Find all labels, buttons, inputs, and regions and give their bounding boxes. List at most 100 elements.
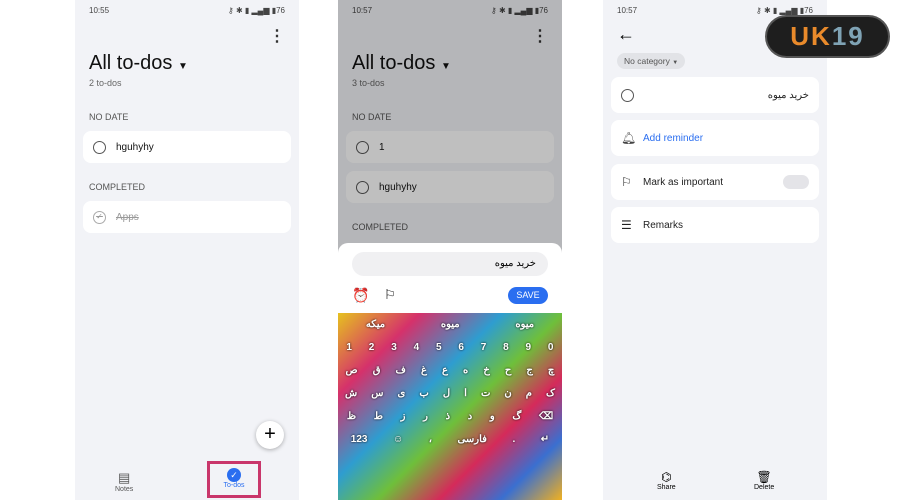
nav-notes[interactable]: ▤ Notes (115, 470, 133, 493)
key[interactable]: ل (443, 388, 450, 399)
key[interactable]: 3 (391, 342, 397, 353)
suggestion[interactable]: میکه (366, 319, 385, 330)
remarks-label: Remarks (643, 219, 684, 231)
key[interactable]: ی (398, 388, 406, 399)
key[interactable]: و (490, 411, 495, 422)
nav-label: To-dos (223, 482, 245, 489)
key[interactable]: ذ (446, 411, 450, 422)
remarks[interactable]: ☰ Remarks (611, 207, 819, 243)
add-reminder[interactable]: 🔔︎ Add reminder (611, 120, 819, 156)
key[interactable]: ↵ (541, 434, 549, 445)
key[interactable]: 123 (351, 434, 368, 445)
key[interactable]: ، (429, 434, 432, 445)
status-time: 10:57 (617, 6, 638, 15)
key[interactable]: غ (421, 365, 427, 376)
status-icons: ⚷ ✱ ▮ ▂▄▆ ▮76 (227, 6, 285, 15)
key[interactable]: ظ (347, 411, 356, 422)
important-label: Mark as important (643, 176, 724, 188)
completed-item[interactable]: ✓ Apps (83, 201, 291, 233)
key[interactable]: . (512, 434, 515, 445)
key[interactable]: خ (483, 365, 489, 376)
dropdown-icon: ▼ (177, 61, 188, 72)
suggestion[interactable]: میوه (441, 319, 460, 330)
flag-icon[interactable]: ⚐ (384, 287, 396, 303)
todo-label: Apps (116, 211, 139, 223)
trash-icon: 🗑︎ (756, 470, 772, 484)
add-button[interactable]: + (256, 421, 284, 449)
key[interactable]: 6 (458, 342, 464, 353)
key[interactable]: ک (546, 388, 555, 399)
status-time: 10:55 (89, 6, 110, 15)
key[interactable]: ⌫ (539, 411, 553, 422)
todo-input[interactable]: خرید میوه (352, 252, 548, 276)
key[interactable]: فارسی (458, 434, 487, 445)
more-menu-icon[interactable]: ⋮ (269, 26, 285, 46)
key[interactable]: 9 (526, 342, 532, 353)
checkbox-icon[interactable] (621, 88, 634, 102)
key[interactable]: گ (512, 411, 521, 422)
key[interactable]: ه (463, 365, 468, 376)
notes-icon: ▤ (118, 470, 131, 485)
key[interactable]: ج (526, 365, 532, 376)
category-label: No category (624, 56, 670, 66)
key[interactable]: ع (442, 365, 448, 376)
todo-detail-screen: 10:57 ⚷ ✱ ▮ ▂▄▆ ▮76 ← No category ▼ خرید … (603, 0, 827, 500)
key[interactable]: م (526, 388, 532, 399)
todo-label: hguhyhy (116, 141, 154, 153)
alarm-icon[interactable]: ⏰ (352, 287, 369, 304)
section-completed: COMPLETED (89, 182, 146, 192)
key[interactable]: 4 (414, 342, 420, 353)
important-toggle[interactable] (783, 175, 809, 189)
task-row[interactable]: خرید میوه (611, 77, 819, 113)
key[interactable]: 0 (548, 342, 554, 353)
suggestion[interactable]: میوه (515, 319, 534, 330)
key[interactable]: ن (504, 388, 511, 399)
key[interactable]: ف (396, 365, 406, 376)
key[interactable]: 5 (436, 342, 442, 353)
category-chip[interactable]: No category ▼ (617, 53, 686, 69)
back-arrow-icon[interactable]: ← (617, 24, 635, 45)
new-todo-screen: 10:57 ⚷ ✱ ▮ ▂▄▆ ▮76 ⋮ All to-dos ▼ 3 to-d… (338, 0, 562, 500)
delete-label: Delete (754, 484, 775, 491)
task-title[interactable]: خرید میوه (768, 90, 809, 101)
key[interactable]: س (371, 388, 383, 399)
key[interactable]: ط (374, 411, 383, 422)
todo-item[interactable]: hguhyhy (83, 131, 291, 163)
new-todo-sheet: خرید میوه ⏰ ⚐ SAVE (338, 243, 562, 315)
save-button[interactable]: SAVE (508, 287, 548, 304)
key[interactable]: ☺ (393, 434, 403, 445)
key[interactable]: 7 (481, 342, 487, 353)
bell-icon: 🔔︎ (621, 131, 637, 145)
key[interactable]: 1 (346, 342, 352, 353)
key[interactable]: د (468, 411, 472, 422)
key[interactable]: ق (373, 365, 381, 376)
key[interactable]: ص (346, 365, 358, 376)
key[interactable]: ا (464, 388, 467, 399)
key[interactable]: 8 (503, 342, 509, 353)
status-bar: 10:57 ⚷ ✱ ▮ ▂▄▆ ▮76 (617, 6, 813, 15)
page-title[interactable]: All to-dos ▼ (89, 52, 188, 75)
todo-list-screen: 10:55 ⚷ ✱ ▮ ▂▄▆ ▮76 ⋮ All to-dos ▼ 2 to-d… (75, 0, 299, 500)
title-text: All to-dos (89, 52, 173, 74)
todos-icon: ✓ (227, 468, 241, 482)
checked-icon[interactable]: ✓ (93, 210, 106, 224)
status-bar: 10:55 ⚷ ✱ ▮ ▂▄▆ ▮76 (89, 6, 285, 15)
section-no-date: NO DATE (89, 112, 129, 122)
keyboard[interactable]: میکه میوه میوه 1234567890صقفغعهخحجچشسیبلات… (338, 313, 562, 500)
status-icons: ⚷ ✱ ▮ ▂▄▆ ▮76 (755, 6, 813, 15)
mark-important[interactable]: ⚐ Mark as important (611, 164, 819, 200)
share-button[interactable]: ⌬ Share (657, 470, 676, 491)
key[interactable]: چ (548, 365, 554, 376)
nav-todos[interactable]: ✓ To-dos (207, 461, 261, 498)
key[interactable]: ر (423, 411, 428, 422)
delete-button[interactable]: 🗑︎ Delete (754, 470, 774, 491)
key[interactable]: ب (419, 388, 428, 399)
key[interactable]: 2 (369, 342, 375, 353)
key[interactable]: ح (505, 365, 511, 376)
flag-icon: ⚐ (621, 175, 632, 189)
key[interactable]: ت (481, 388, 490, 399)
checkbox-icon[interactable] (93, 140, 106, 154)
key[interactable]: ز (401, 411, 406, 422)
key[interactable]: ش (345, 388, 357, 399)
dropdown-icon: ▼ (672, 60, 679, 66)
